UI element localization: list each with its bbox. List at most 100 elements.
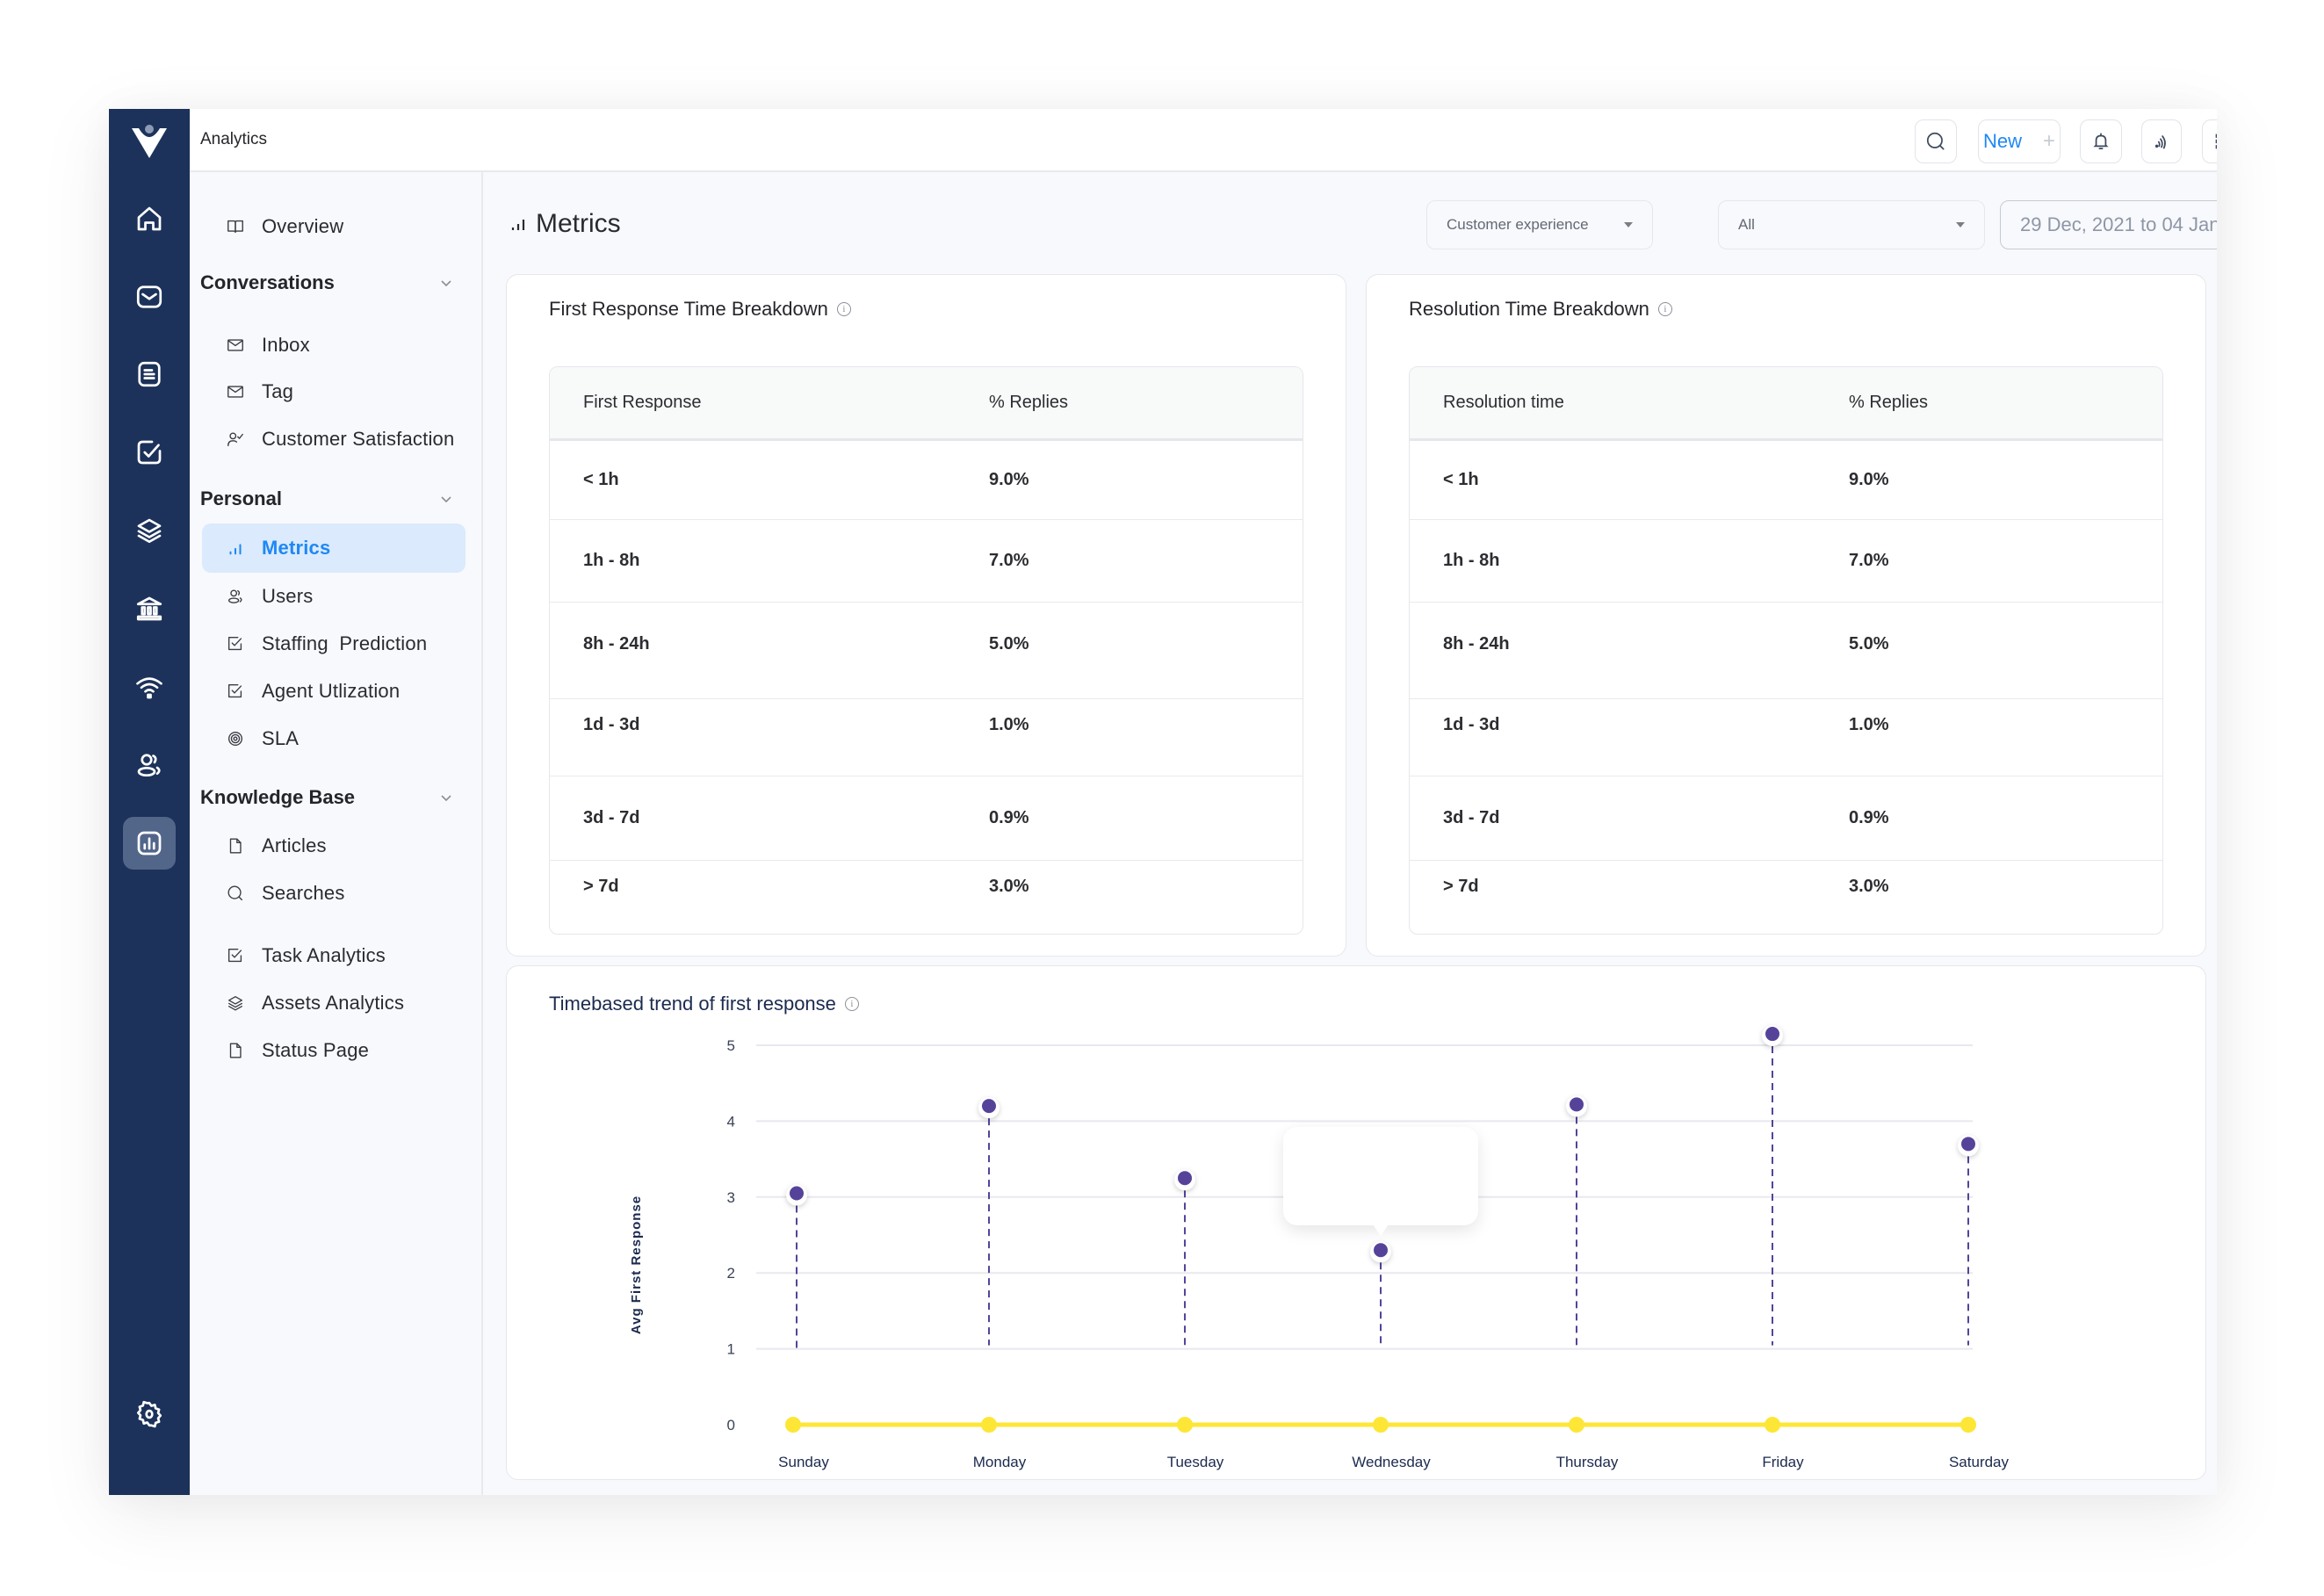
sidebar-item-users[interactable]: Users	[202, 572, 466, 621]
user-check-icon	[225, 429, 246, 450]
sidebar-item-metrics[interactable]: Metrics	[202, 524, 466, 573]
grid-icon	[2215, 134, 2217, 149]
baseline-point	[981, 1417, 997, 1433]
category-select[interactable]: Customer experience	[1426, 200, 1653, 249]
home-icon[interactable]	[123, 192, 176, 245]
tasks-icon[interactable]	[123, 426, 176, 479]
table-header: First Response % Replies	[550, 367, 1303, 441]
data-point	[790, 1186, 804, 1201]
chevron-down-icon	[441, 280, 451, 287]
sidebar-item-staffing-prediction[interactable]: Staffing Prediction	[202, 619, 466, 668]
page-title: Metrics	[509, 209, 621, 239]
new-button-label: New	[1982, 130, 2022, 152]
sidebar-item-sla[interactable]: SLA	[202, 714, 466, 763]
table-header: Resolution time % Replies	[1410, 367, 2162, 441]
trend-chart-card: Timebased trend of first response i 0123…	[506, 965, 2206, 1480]
baseline-point	[1569, 1417, 1584, 1433]
settings-gear-icon[interactable]	[123, 1388, 176, 1441]
table-row: 3d - 7d 0.9%	[1410, 776, 2162, 861]
y-tick-label: 2	[727, 1265, 735, 1282]
caret-down-icon	[1956, 222, 1965, 227]
table-row: 1h - 8h 7.0%	[550, 520, 1303, 603]
table-row: 3d - 7d 0.9%	[550, 776, 1303, 861]
data-point	[982, 1099, 996, 1114]
notifications-button[interactable]	[2080, 119, 2122, 163]
group-conversations[interactable]: Conversations	[200, 265, 455, 300]
table-row: > 7d 3.0%	[583, 877, 1029, 896]
baseline-point	[1177, 1417, 1193, 1433]
first-response-table: First Response % Replies < 1h 9.0% 1h - 8…	[549, 366, 1303, 935]
group-knowledge-base[interactable]: Knowledge Base	[200, 780, 455, 815]
icon-rail	[109, 109, 190, 1495]
table-row: 8h - 24h 5.0%	[550, 603, 1303, 699]
caret-down-icon	[1624, 222, 1633, 227]
y-tick-label: 5	[727, 1037, 735, 1054]
book-icon	[225, 216, 246, 237]
table-row: 1h - 8h 7.0%	[1410, 520, 2162, 603]
top-bar: Analytics New + TT	[190, 109, 2217, 172]
search-button[interactable]	[1915, 119, 1957, 163]
users-icon	[225, 586, 246, 607]
table-row: < 1h 9.0%	[550, 441, 1303, 520]
checkbox-icon	[225, 945, 246, 966]
resolution-table: Resolution time % Replies < 1h 9.0% 1h - …	[1409, 366, 2163, 935]
data-point	[1570, 1097, 1584, 1112]
sidebar-item-assets-analytics[interactable]: Assets Analytics	[202, 979, 466, 1028]
card-title: Resolution Time Breakdown i	[1409, 298, 1672, 321]
checkbox-icon	[225, 633, 246, 654]
data-point	[1178, 1171, 1192, 1186]
y-tick-label: 3	[727, 1189, 735, 1206]
layers-icon[interactable]	[123, 504, 176, 557]
mail-icon	[225, 335, 246, 356]
table-row: > 7d 3.0%	[1443, 877, 1889, 896]
sidebar-item-customer-satisfaction[interactable]: Customer Satisfaction	[202, 415, 466, 464]
first-response-card: First Response Time Breakdown i First Re…	[506, 274, 1346, 957]
brand-logo-icon	[132, 125, 167, 158]
scope-select[interactable]: All	[1718, 200, 1985, 249]
app-section-title: Analytics	[200, 130, 268, 148]
sidebar-item-agent-utilization[interactable]: Agent Utlization	[202, 667, 466, 716]
group-personal[interactable]: Personal	[200, 481, 455, 516]
table-row: < 1h 9.0%	[1410, 441, 2162, 520]
main-content: Metrics Customer experience All 29 Dec, …	[483, 172, 2217, 1495]
target-icon	[225, 728, 246, 749]
info-icon[interactable]: i	[836, 302, 851, 316]
checkbox-icon	[225, 681, 246, 702]
x-tick-label: Monday	[973, 1454, 1027, 1470]
card-title: First Response Time Breakdown i	[549, 298, 851, 321]
y-axis-label: Avg First Response	[629, 1195, 644, 1334]
broadcast-button[interactable]	[2141, 119, 2182, 163]
table-row: 1d - 3d 1.0%	[1410, 699, 2162, 776]
x-tick-label: Wednesday	[1352, 1454, 1431, 1470]
sidebar-item-overview[interactable]: Overview	[202, 202, 466, 251]
x-tick-label: Tuesday	[1167, 1454, 1224, 1470]
baseline-point	[1960, 1417, 1976, 1433]
sidebar-item-task-analytics[interactable]: Task Analytics	[202, 931, 466, 980]
bank-icon[interactable]	[123, 582, 176, 635]
sidebar-item-tag[interactable]: Tag	[202, 367, 466, 416]
notes-icon[interactable]	[123, 348, 176, 401]
y-tick-label: 0	[727, 1417, 735, 1434]
x-tick-label: Sunday	[778, 1454, 829, 1470]
sidebar-item-searches[interactable]: Searches	[202, 869, 466, 918]
new-button[interactable]: New +	[1978, 119, 2061, 163]
sidebar-item-inbox[interactable]: Inbox	[202, 321, 466, 370]
inbox-icon[interactable]	[123, 271, 176, 323]
wifi-icon[interactable]	[123, 661, 176, 713]
chevron-down-icon	[441, 795, 451, 802]
document-icon	[225, 1040, 246, 1061]
date-range-select[interactable]: 29 Dec, 2021 to 04 Jan, 2021	[2000, 200, 2217, 249]
x-tick-label: Saturday	[1949, 1454, 2010, 1470]
sidebar-item-articles[interactable]: Articles	[202, 821, 466, 870]
analytics-icon[interactable]	[123, 817, 176, 870]
apps-grid-button[interactable]	[2202, 119, 2217, 163]
sidebar-item-status-page[interactable]: Status Page	[202, 1026, 466, 1075]
chart-tooltip	[1283, 1127, 1478, 1237]
plus-icon: +	[2043, 129, 2056, 153]
table-row: 8h - 24h 5.0%	[1410, 603, 2162, 699]
resolution-card: Resolution Time Breakdown i Resolution t…	[1366, 274, 2206, 957]
baseline-point	[785, 1417, 801, 1433]
info-icon[interactable]: i	[1657, 302, 1672, 316]
users-icon[interactable]	[123, 739, 176, 791]
y-tick-label: 1	[727, 1341, 735, 1358]
